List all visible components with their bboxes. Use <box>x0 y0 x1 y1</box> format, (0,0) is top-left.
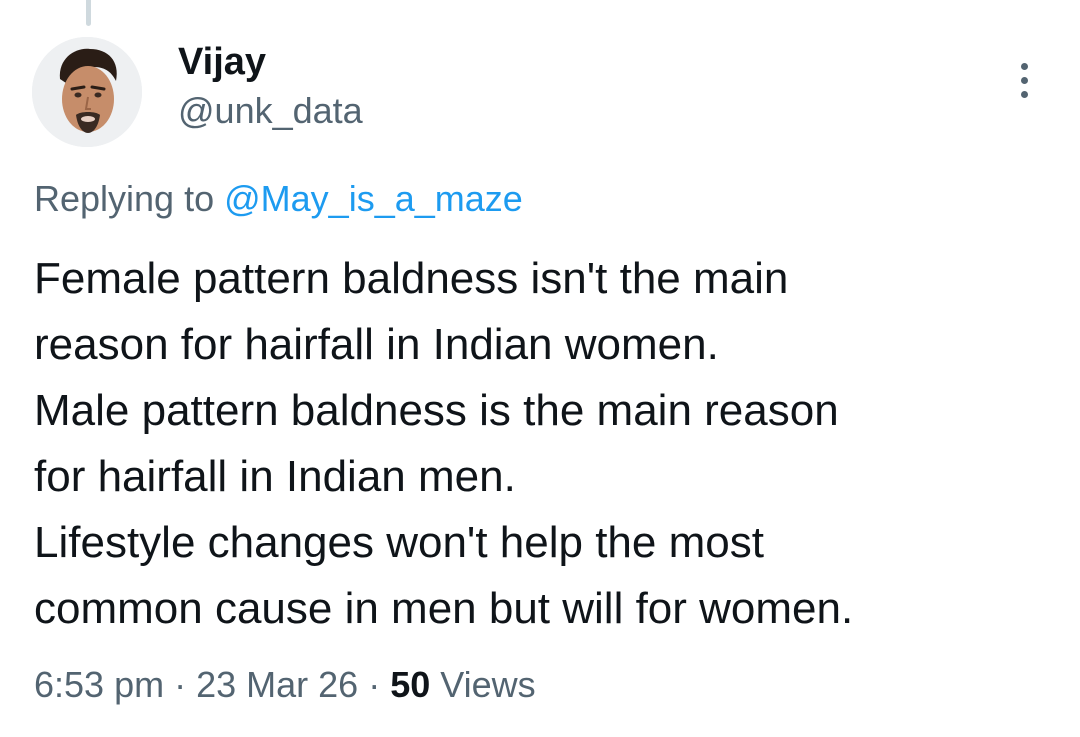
reply-mention-link[interactable]: @May_is_a_maze <box>224 178 523 219</box>
views-count[interactable]: 50 <box>390 664 430 705</box>
meta-separator: · <box>174 664 187 705</box>
tweet-text-line: for hairfall in Indian men. <box>34 452 516 501</box>
tweet-metadata: 6:53 pm · 23 Mar 26 · 50 Views <box>34 660 536 710</box>
author-name[interactable]: Vijay <box>178 38 266 86</box>
more-options-button[interactable] <box>1002 58 1046 102</box>
avatar[interactable] <box>32 37 142 147</box>
tweet-text-line: Lifestyle changes won't help the most <box>34 518 764 567</box>
tweet-text-line: Male pattern baldness is the main reason <box>34 386 839 435</box>
thread-connector-line <box>86 0 91 26</box>
tweet-text-line: reason for hairfall in Indian women. <box>34 320 719 369</box>
replying-to-line: Replying to @May_is_a_maze <box>34 176 523 222</box>
tweet-text-line: common cause in men but will for women. <box>34 584 854 633</box>
avatar-portrait-icon <box>32 37 142 147</box>
author-handle[interactable]: @unk_data <box>178 88 363 134</box>
more-vertical-icon-dot <box>1020 76 1028 84</box>
more-vertical-icon-dot <box>1020 90 1028 98</box>
replying-to-label: Replying to <box>34 178 215 219</box>
meta-separator: · <box>368 664 381 705</box>
more-vertical-icon <box>1020 62 1028 70</box>
tweet-time[interactable]: 6:53 pm <box>34 664 164 705</box>
views-label[interactable]: Views <box>440 664 535 705</box>
tweet-text-line: Female pattern baldness isn't the main <box>34 254 789 303</box>
tweet-text: Female pattern baldness isn't the main r… <box>34 246 1044 642</box>
tweet-date[interactable]: 23 Mar 26 <box>196 664 358 705</box>
